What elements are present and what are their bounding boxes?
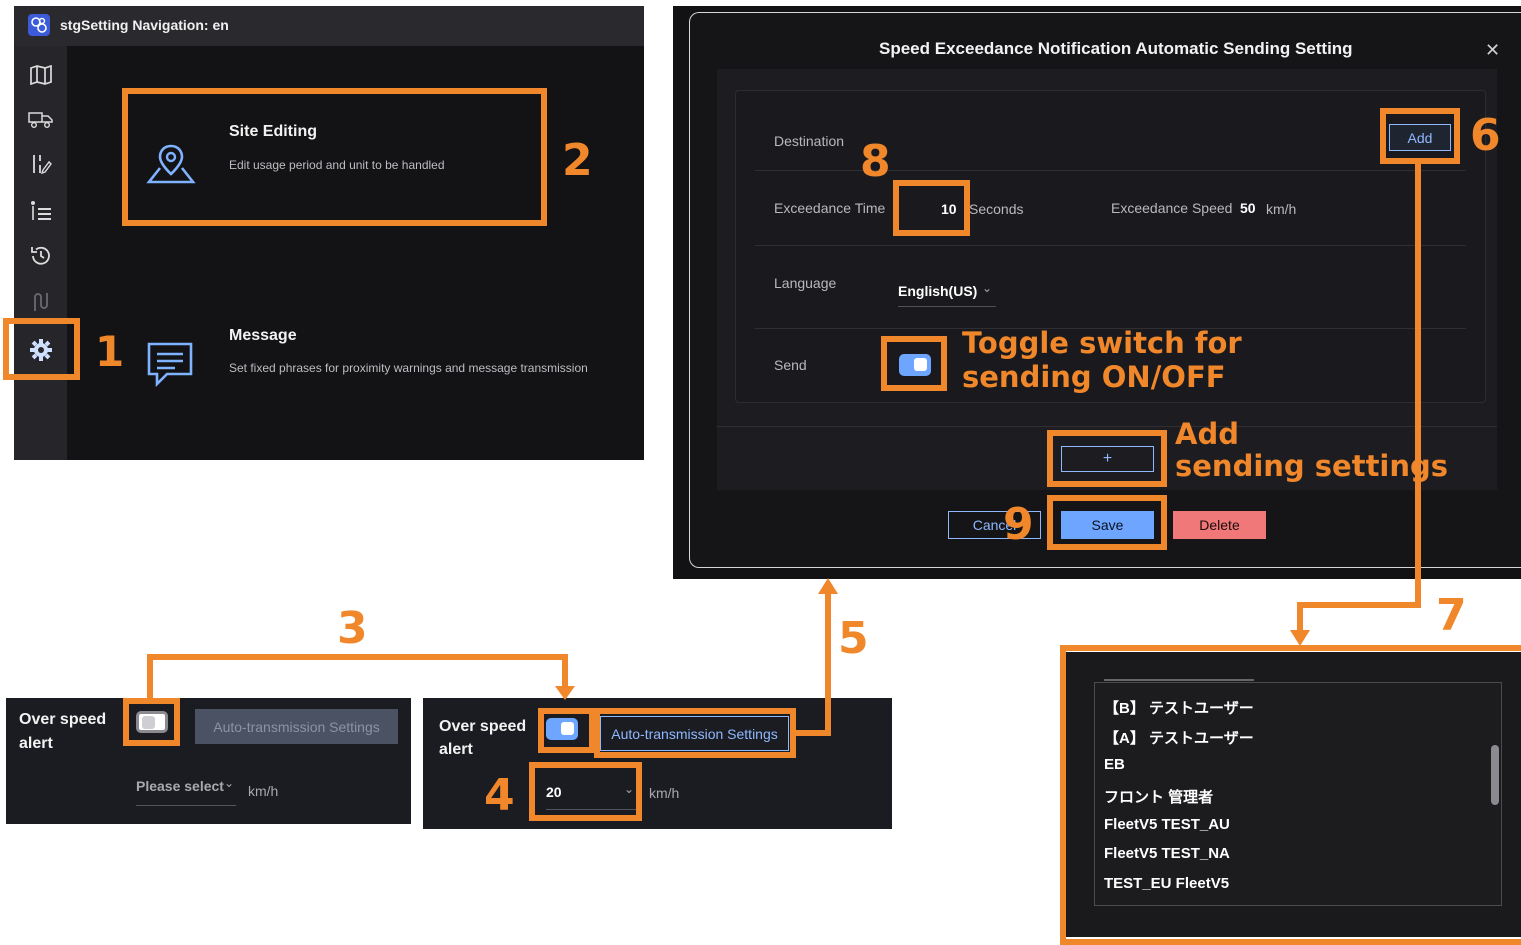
truck-icon[interactable] (26, 104, 56, 134)
delete-button[interactable]: Delete (1173, 511, 1266, 539)
highlight-site-editing (122, 88, 547, 226)
language-select[interactable]: English(US) ⌄ (898, 281, 996, 307)
title-bar: stgSetting Navigation: en (14, 6, 644, 46)
connector-line (147, 654, 568, 660)
alert-label-line2: alert (439, 741, 473, 758)
highlight-save-button (1047, 495, 1167, 550)
annotation-9: 9 (1003, 499, 1034, 550)
annotation-5: 5 (838, 613, 869, 664)
toggle-note-line2: sending ON/OFF (962, 360, 1226, 394)
connector-line (147, 654, 153, 698)
highlight-destination-list (1060, 645, 1521, 945)
annotation-2: 2 (562, 135, 593, 186)
annotation-8: 8 (860, 136, 891, 187)
highlight-toggle-on (538, 708, 595, 753)
list-icon[interactable] (26, 196, 56, 226)
close-icon[interactable]: ✕ (1485, 40, 1500, 61)
language-select-value: English(US) (898, 283, 978, 299)
chat-icon (145, 340, 197, 390)
map-icon[interactable] (26, 60, 56, 90)
alert-label-line1: Over speed (19, 711, 107, 728)
highlight-speed-select (529, 762, 642, 821)
setting-navigation-panel: stgSetting Navigation: en Site Editing E… (14, 6, 644, 460)
divider (717, 426, 1497, 427)
destination-label: Destination (774, 133, 845, 149)
speed-unit: km/h (649, 785, 680, 801)
speed-unit: km/h (248, 783, 279, 799)
annotation-1: 1 (95, 327, 125, 376)
speed-notification-dialog-panel: Speed Exceedance Notification Automatic … (673, 6, 1521, 579)
toggle-note-line1: Toggle switch for (962, 326, 1242, 360)
language-label: Language (774, 275, 837, 291)
speed-select-placeholder: Please select (136, 778, 224, 794)
exceedance-time-label: Exceedance Time (774, 200, 886, 216)
over-speed-alert-off-panel: Over speed alert Auto-transmission Setti… (6, 698, 411, 824)
speed-unit: km/h (1266, 201, 1297, 217)
connector-line (562, 654, 568, 688)
window-title: stgSetting Navigation: en (60, 17, 229, 33)
annotation-4: 4 (484, 770, 515, 821)
highlight-gear (3, 318, 80, 380)
chevron-down-icon: ⌄ (981, 281, 992, 295)
seconds-unit: Seconds (969, 201, 1024, 217)
annotation-6: 6 (1470, 110, 1501, 161)
exceedance-speed-value: 50 (1240, 200, 1256, 216)
highlight-send-toggle (881, 336, 947, 391)
arrow-head (1290, 630, 1310, 646)
highlight-auto-transmission (594, 708, 796, 758)
message-item[interactable]: Message Set fixed phrases for proximity … (129, 316, 629, 396)
alert-label-line2: alert (19, 735, 53, 752)
exceedance-speed-label: Exceedance Speed (1111, 200, 1233, 216)
app-logo-icon (28, 14, 50, 36)
chevron-down-icon: ⌄ (223, 776, 234, 790)
message-description: Set fixed phrases for proximity warnings… (229, 361, 588, 375)
arrow-head (555, 686, 575, 700)
connector-line (825, 594, 831, 736)
highlight-add-button (1380, 108, 1460, 164)
add-note-line2: sending settings (1175, 449, 1449, 483)
speed-select[interactable]: Please select ⌄ (136, 776, 236, 806)
divider (755, 245, 1466, 246)
sidebar (14, 46, 67, 460)
send-label: Send (774, 357, 807, 373)
highlight-exceedance-time (893, 180, 970, 236)
connector-line (1297, 602, 1421, 608)
highlight-toggle-off (123, 698, 180, 746)
connector-line (1415, 164, 1421, 608)
connector-line (1297, 602, 1303, 632)
modal-title: Speed Exceedance Notification Automatic … (879, 39, 1353, 58)
path-icon[interactable] (26, 286, 56, 316)
annotation-7: 7 (1436, 590, 1467, 641)
history-icon[interactable] (26, 241, 56, 271)
arrow-head (818, 578, 838, 594)
annotation-3: 3 (337, 603, 368, 654)
route-edit-icon[interactable] (26, 149, 56, 179)
add-note-line1: Add (1175, 417, 1239, 451)
message-title: Message (229, 327, 297, 344)
highlight-add-setting (1047, 430, 1167, 487)
alert-label-line1: Over speed (439, 718, 527, 735)
auto-transmission-settings-button[interactable]: Auto-transmission Settings (195, 709, 398, 744)
